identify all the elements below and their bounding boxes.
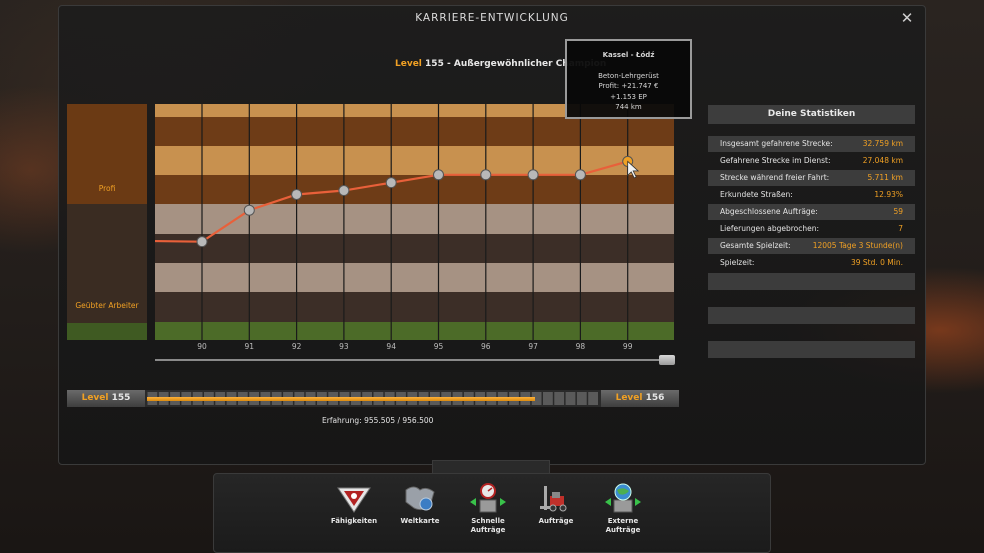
- xp-next-level-word: Level: [615, 393, 643, 403]
- xp-next-level: Level 156: [601, 390, 679, 407]
- xp-segment: [588, 392, 598, 405]
- bottom-bar-notch: [432, 460, 550, 474]
- world-map-icon: [405, 486, 435, 511]
- xp-next-level-number: 156: [645, 393, 665, 403]
- xp-segment: [576, 392, 587, 405]
- nav-external-jobs-button[interactable]: Externe Aufträge: [590, 482, 656, 535]
- xp-segment: [543, 392, 553, 405]
- nav-label: Weltkarte: [400, 517, 440, 525]
- xp-fill: [147, 397, 535, 401]
- nav-label: Fähigkeiten: [330, 517, 378, 525]
- nav-skills-button[interactable]: Fähigkeiten: [321, 482, 387, 526]
- nav-freight-market-button[interactable]: Aufträge: [523, 482, 589, 526]
- skills-icon: [337, 487, 371, 513]
- quick-jobs-icon: [470, 483, 506, 513]
- nav-label-line1: Externe: [607, 517, 639, 525]
- nav-label-line1: Schnelle: [471, 517, 505, 525]
- xp-segment: [565, 392, 576, 405]
- nav-label-line2: Aufträge: [470, 526, 506, 534]
- freight-market-icon: [540, 486, 567, 512]
- xp-segment: [554, 392, 565, 405]
- nav-world-map-button[interactable]: Weltkarte: [387, 482, 453, 526]
- nav-label: Aufträge: [538, 517, 574, 525]
- xp-text: Erfahrung: 955.505 / 956.500: [322, 416, 434, 425]
- external-jobs-icon: [605, 483, 641, 513]
- nav-quick-jobs-button[interactable]: Schnelle Aufträge: [455, 482, 521, 535]
- nav-label-line2: Aufträge: [605, 526, 641, 534]
